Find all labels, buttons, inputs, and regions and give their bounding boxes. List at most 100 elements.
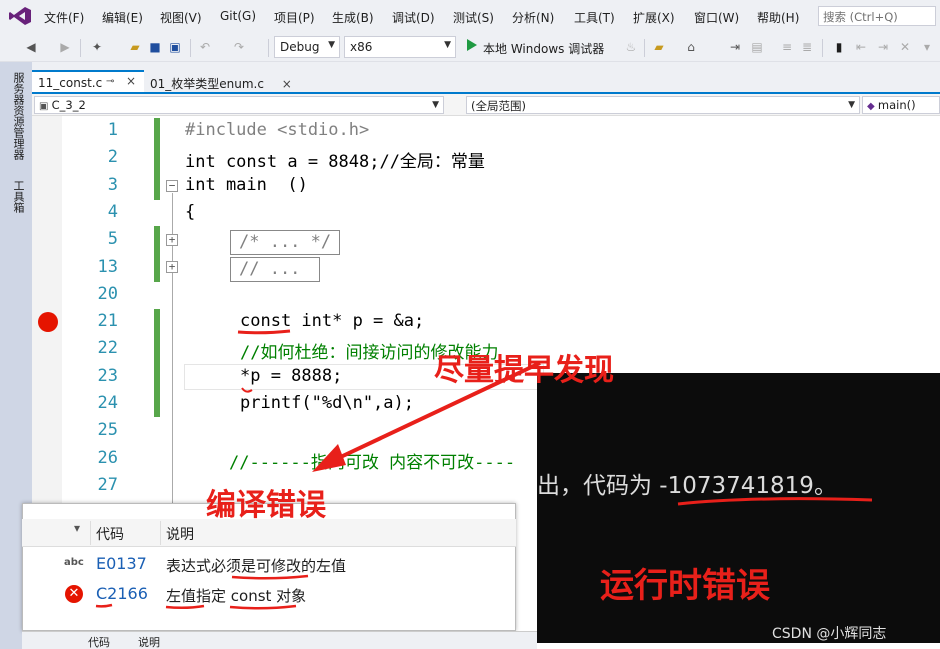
menu-bar: 文件(F) 编辑(E) 视图(V) Git(G) 项目(P) 生成(B) 调试(… — [0, 0, 940, 32]
comment-icon[interactable]: ≡ — [780, 40, 794, 54]
line-number: 5 — [107, 229, 118, 249]
redo-icon[interactable]: ↷ — [232, 40, 246, 54]
menu-build[interactable]: 生成(B) — [332, 9, 374, 26]
project-select[interactable]: ▣ C_3_2 ▼ — [34, 96, 444, 114]
solution-folder-icon[interactable]: ▰ — [652, 40, 666, 54]
code-line-26[interactable]: //------指向可改 内容不可改---- — [229, 448, 515, 473]
error-description[interactable]: 左值指定 const 对象 — [166, 585, 306, 606]
scope-select[interactable]: (全局范围) ▼ — [466, 96, 860, 114]
close-icon[interactable]: × — [282, 77, 292, 91]
uncomment-icon[interactable]: ≣ — [800, 40, 814, 54]
line-number: 2 — [107, 147, 118, 167]
tab-label: 11_const.c — [38, 76, 103, 90]
back-icon[interactable]: ◀ — [24, 40, 38, 54]
platform-select[interactable]: x86 ▼ — [344, 36, 456, 58]
breakpoint-icon[interactable] — [38, 312, 58, 332]
bookmark-icon[interactable]: ▮ — [832, 40, 846, 54]
overflow-icon[interactable]: ▾ — [920, 40, 934, 54]
line-number: 21 — [97, 311, 118, 331]
expand-icon[interactable]: + — [166, 234, 178, 246]
change-bar — [154, 118, 160, 200]
member-value: main() — [877, 98, 916, 112]
project-icon: ▣ — [39, 101, 52, 112]
line-number: 27 — [97, 475, 118, 495]
column-header-description[interactable]: 说明 — [166, 524, 194, 544]
undo-icon[interactable]: ↶ — [198, 40, 212, 54]
filter-icon[interactable]: ▾ — [74, 521, 80, 535]
pin-icon[interactable]: ⊸ — [106, 76, 114, 87]
change-bar — [154, 309, 160, 417]
error-description[interactable]: 表达式必须是可修改的左值 — [166, 555, 346, 576]
code-line-1[interactable]: #include <stdio.h> — [185, 120, 369, 140]
menu-analyze[interactable]: 分析(N) — [512, 9, 554, 26]
bookmark-prev-icon[interactable]: ⇤ — [854, 40, 868, 54]
server-explorer-tab[interactable]: 服务器资源管理器 — [6, 72, 26, 160]
menu-extensions[interactable]: 扩展(X) — [633, 9, 675, 26]
menu-window[interactable]: 窗口(W) — [694, 9, 739, 26]
tab-11-const[interactable]: 11_const.c ⊸ × — [32, 70, 144, 94]
step-icon[interactable]: ⇥ — [728, 40, 742, 54]
menu-file[interactable]: 文件(F) — [44, 9, 84, 26]
code-line-3[interactable]: int main () — [185, 175, 308, 195]
flame-icon[interactable]: ♨ — [624, 40, 638, 54]
search-input[interactable]: 搜索 (Ctrl+Q) — [818, 6, 936, 26]
forward-icon[interactable]: ▶ — [58, 40, 72, 54]
expand-icon[interactable]: + — [166, 261, 178, 273]
toolbar: ◀ ▶ ✦ ▰ ■ ▣ ↶ ↷ Debug ▼ x86 ▼ 本地 Windows… — [0, 32, 940, 62]
toolbar-divider — [822, 39, 823, 57]
column-header-description-bottom[interactable]: 说明 — [138, 634, 160, 649]
start-debugging-button[interactable]: 本地 Windows 调试器 — [483, 40, 604, 57]
format-icon[interactable]: ▤ — [750, 40, 764, 54]
annotation-early-detect: 尽量提早发现 — [434, 353, 614, 388]
menu-view[interactable]: 视图(V) — [160, 9, 202, 26]
column-header-code[interactable]: 代码 — [96, 524, 124, 544]
error-code[interactable]: E0137 — [96, 554, 147, 573]
home-icon[interactable]: ⌂ — [684, 40, 698, 54]
column-header-code-bottom[interactable]: 代码 — [88, 634, 110, 649]
code-line-21[interactable]: const int* p = &a; — [240, 311, 424, 331]
menu-project[interactable]: 项目(P) — [274, 9, 315, 26]
save-all-icon[interactable]: ▣ — [168, 40, 182, 54]
tab-enum[interactable]: 01_枚举类型enum.c × — [146, 72, 296, 94]
toolbar-divider — [268, 39, 269, 57]
menu-debug[interactable]: 调试(D) — [392, 9, 435, 26]
collapsed-block[interactable]: // ... — [230, 257, 320, 282]
code-line-23[interactable]: *p = 8888; — [240, 366, 342, 386]
toolbox-tab[interactable]: 工具箱 — [6, 180, 26, 213]
new-project-icon[interactable]: ✦ — [90, 40, 104, 54]
menu-tools[interactable]: 工具(T) — [574, 9, 615, 26]
navigation-bar: ▣ C_3_2 ▼ (全局范围) ▼ ◆ main() — [32, 94, 940, 116]
line-number: 24 — [97, 393, 118, 413]
runtime-error-label: 运行时错误 — [600, 566, 770, 606]
menu-help[interactable]: 帮助(H) — [757, 9, 799, 26]
method-icon: ◆ — [867, 101, 878, 112]
menu-git[interactable]: Git(G) — [220, 9, 256, 23]
save-icon[interactable]: ■ — [148, 40, 162, 54]
member-select[interactable]: ◆ main() — [862, 96, 940, 114]
visual-studio-logo-icon[interactable] — [8, 6, 32, 26]
output-strip: 代码 说明 — [22, 631, 537, 649]
column-divider — [160, 521, 161, 545]
open-folder-icon[interactable]: ▰ — [128, 40, 142, 54]
menu-edit[interactable]: 编辑(E) — [102, 9, 143, 26]
code-line-4[interactable]: { — [185, 202, 195, 222]
collapsed-block[interactable]: /* ... */ — [230, 230, 341, 255]
error-circle-icon: ✕ — [65, 585, 83, 603]
play-icon[interactable] — [467, 39, 477, 51]
bookmark-next-icon[interactable]: ⇥ — [876, 40, 890, 54]
chevron-down-icon: ▼ — [328, 40, 335, 50]
configuration-select[interactable]: Debug ▼ — [274, 36, 340, 58]
close-icon[interactable]: × — [126, 74, 136, 88]
menu-test[interactable]: 测试(S) — [453, 9, 494, 26]
project-value: C_3_2 — [51, 98, 86, 112]
line-number: 13 — [97, 257, 118, 277]
collapse-icon[interactable]: − — [166, 180, 178, 192]
intellisense-error-icon: abc — [64, 557, 84, 568]
code-line-2[interactable]: int const a = 8848;//全局：常量 — [185, 147, 485, 172]
error-code[interactable]: C2166 — [96, 584, 148, 603]
chevron-down-icon: ▼ — [432, 100, 439, 110]
line-number: 25 — [97, 420, 118, 440]
exit-code-underline — [677, 497, 873, 506]
bookmark-clear-icon[interactable]: ✕ — [898, 40, 912, 54]
code-line-24[interactable]: printf("%d\n",a); — [240, 393, 414, 413]
